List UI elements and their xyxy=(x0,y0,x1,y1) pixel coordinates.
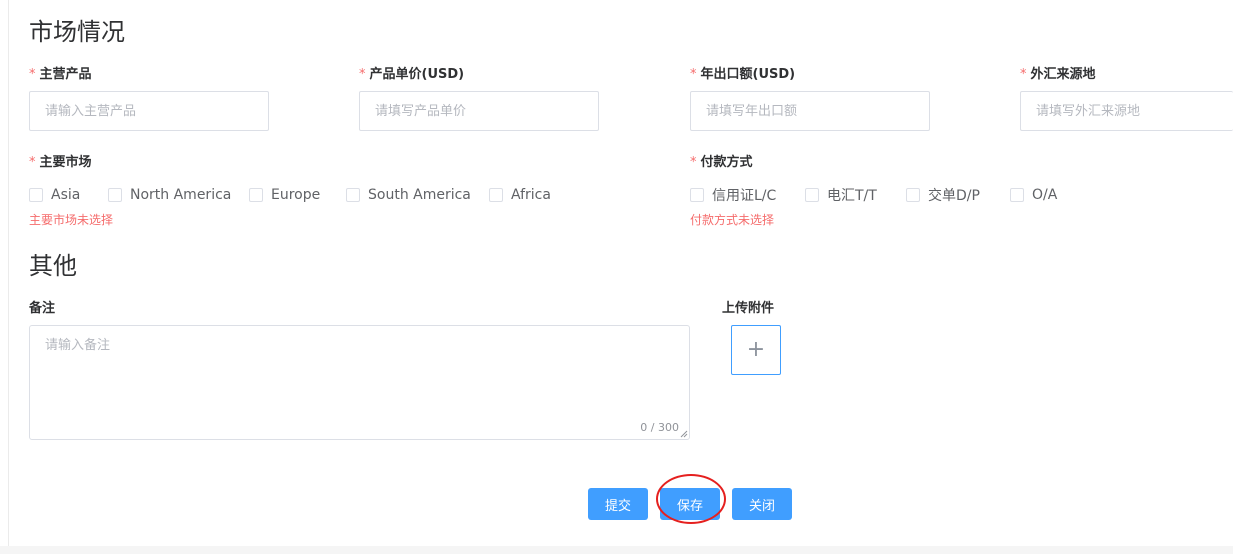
close-button[interactable]: 关闭 xyxy=(732,488,792,520)
market-checkbox-south-america[interactable]: South America xyxy=(346,185,471,205)
main-markets-error: 主要市场未选择 xyxy=(29,213,114,227)
required-mark: * xyxy=(359,67,366,82)
market-checkbox-africa[interactable]: Africa xyxy=(489,185,551,205)
market-checkbox-north-america[interactable]: North America xyxy=(108,185,231,205)
payment-methods-label: * 付款方式 xyxy=(690,155,753,170)
checkbox-box[interactable] xyxy=(489,188,503,202)
required-mark: * xyxy=(29,155,36,170)
payment-checkbox-tt[interactable]: 电汇T/T xyxy=(805,185,877,205)
remark-textarea-wrapper: 0 / 300 xyxy=(29,325,690,440)
required-mark: * xyxy=(1020,67,1027,82)
upload-attachment-button[interactable]: + xyxy=(731,325,781,375)
remark-textarea[interactable] xyxy=(30,326,689,439)
plus-icon: + xyxy=(746,337,766,362)
bottom-band xyxy=(0,546,1233,554)
checkbox-box[interactable] xyxy=(1010,188,1024,202)
left-divider xyxy=(8,0,9,554)
checkbox-box[interactable] xyxy=(346,188,360,202)
checkbox-box[interactable] xyxy=(249,188,263,202)
unit-price-input[interactable] xyxy=(359,91,599,131)
annual-export-input[interactable] xyxy=(690,91,930,131)
forex-source-label: * 外汇来源地 xyxy=(1020,67,1096,82)
main-product-label: * 主营产品 xyxy=(29,67,92,82)
unit-price-label: * 产品单价(USD) xyxy=(359,67,465,82)
forex-source-input[interactable] xyxy=(1020,91,1233,131)
save-button[interactable]: 保存 xyxy=(660,488,720,520)
resize-handle-icon[interactable] xyxy=(680,430,688,438)
payment-checkbox-oa[interactable]: O/A xyxy=(1010,185,1057,205)
checkbox-box[interactable] xyxy=(906,188,920,202)
payment-methods-error: 付款方式未选择 xyxy=(690,213,775,227)
payment-checkbox-lc[interactable]: 信用证L/C xyxy=(690,185,776,205)
checkbox-box[interactable] xyxy=(690,188,704,202)
checkbox-box[interactable] xyxy=(805,188,819,202)
checkbox-box[interactable] xyxy=(108,188,122,202)
required-mark: * xyxy=(690,67,697,82)
other-section-title: 其他 xyxy=(29,252,77,280)
market-checkbox-europe[interactable]: Europe xyxy=(249,185,320,205)
remark-label: 备注 xyxy=(29,301,56,316)
market-checkbox-asia[interactable]: Asia xyxy=(29,185,80,205)
required-mark: * xyxy=(690,155,697,170)
payment-checkbox-dp[interactable]: 交单D/P xyxy=(906,185,980,205)
market-section-title: 市场情况 xyxy=(29,18,125,46)
required-mark: * xyxy=(29,67,36,82)
main-markets-label: * 主要市场 xyxy=(29,155,92,170)
upload-label: 上传附件 xyxy=(722,301,775,316)
remark-char-counter: 0 / 300 xyxy=(640,421,679,434)
main-product-input[interactable] xyxy=(29,91,269,131)
checkbox-box[interactable] xyxy=(29,188,43,202)
annual-export-label: * 年出口额(USD) xyxy=(690,67,796,82)
submit-button[interactable]: 提交 xyxy=(588,488,648,520)
